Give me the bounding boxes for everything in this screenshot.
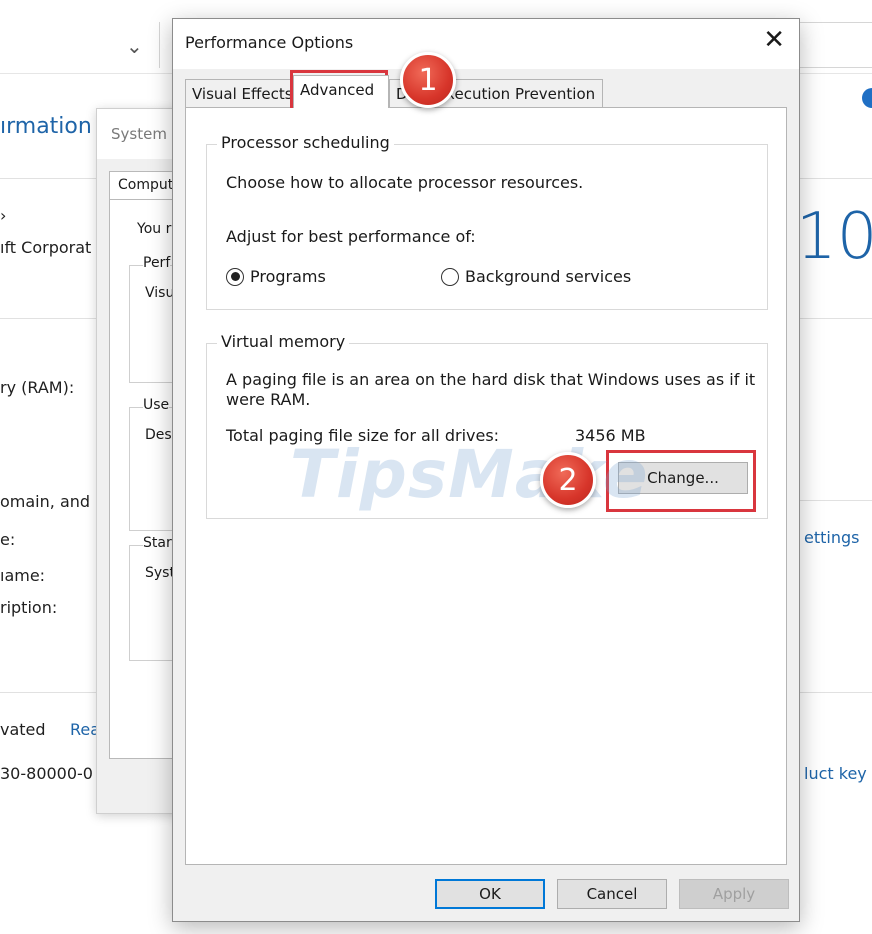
radio-unselected-icon [441,267,459,286]
divider [800,500,872,501]
chevron-down-icon[interactable]: ⌄ [126,34,143,58]
group-title: Use [143,397,170,413]
processor-scheduling-group: Processor scheduling Choose how to alloc… [206,133,768,310]
ok-button[interactable]: OK [435,879,545,909]
background-text: › [0,206,7,225]
title-bar: Performance Options ✕ [173,19,799,69]
radio-label: Background services [465,267,632,286]
group-title: Perf [143,255,171,271]
tab-strip: Visual Effects Advanced Data Execution P… [185,75,785,108]
background-page-title: ırmation [0,114,92,139]
group-text: Syst [145,565,175,581]
step-2-badge: 2 [540,452,596,508]
apply-button: Apply [679,879,789,909]
background-text: ıame: [0,566,46,585]
adjust-label: Adjust for best performance of: [226,227,476,246]
radio-selected-icon [226,267,244,286]
radio-background-services[interactable]: Background services [441,267,631,286]
step-1-badge: 1 [400,52,456,108]
info-icon [862,88,872,108]
group-title: Virtual memory [217,332,350,351]
tab-visual-effects[interactable]: Visual Effects [185,79,293,107]
divider [0,692,100,693]
windows-10-logo: 10 [796,200,872,274]
close-icon[interactable]: ✕ [763,27,785,53]
divider [800,692,872,693]
change-settings-link[interactable]: ettings [804,528,859,547]
virtual-memory-description: A paging file is an area on the hard dis… [226,370,756,409]
background-text: ription: [0,598,58,617]
dialog-title: Performance Options [185,33,354,52]
divider [0,178,100,179]
divider [800,318,872,319]
address-dropdown[interactable]: ⌄ [0,22,160,68]
group-text: Des [145,427,172,443]
radio-label: Programs [250,267,326,286]
product-id: 30-80000-0 [0,764,93,783]
background-text: ry (RAM): [0,378,75,397]
divider [0,318,100,319]
dialog-title: System [111,125,167,143]
search-box[interactable] [792,22,872,68]
panel-text: You r [137,221,172,237]
cancel-button[interactable]: Cancel [557,879,667,909]
divider [800,178,872,179]
activation-status: vated [0,720,46,739]
change-product-key-link[interactable]: luct key [804,764,867,783]
background-text: e: [0,530,16,549]
group-title: Star [143,535,172,551]
group-text: Visu [145,285,175,301]
processor-description: Choose how to allocate processor resourc… [226,173,584,192]
tab-advanced[interactable]: Advanced [293,75,389,108]
background-text: omain, and [0,492,91,511]
background-text: ıft Corporat [0,238,92,257]
radio-programs[interactable]: Programs [226,267,326,286]
group-title: Processor scheduling [217,133,394,152]
